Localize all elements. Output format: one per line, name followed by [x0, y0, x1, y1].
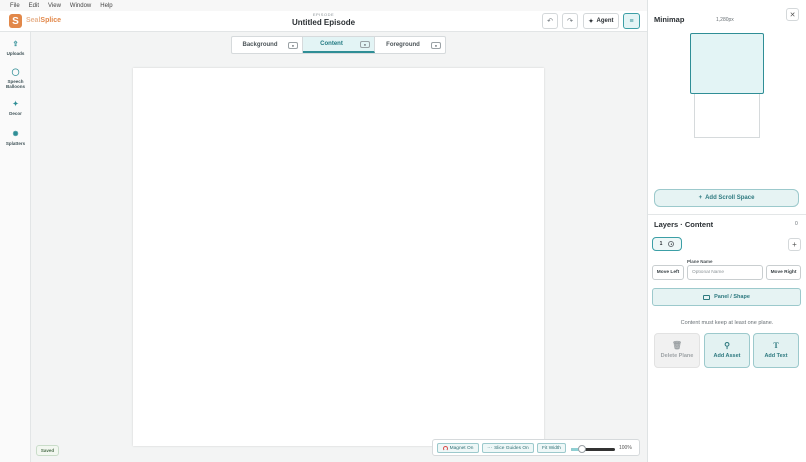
minimap-title: Minimap	[654, 15, 685, 24]
tab-content-label: Content	[320, 41, 343, 47]
magnet-toggle[interactable]: Magnet On	[437, 443, 479, 453]
zoom-slider-handle[interactable]	[578, 445, 586, 453]
tab-foreground-label: Foreground	[386, 42, 420, 48]
agent-label: Agent	[596, 18, 614, 24]
plane-hint-text: Content must keep at least one plane.	[680, 320, 774, 326]
panel-shape-label: Panel / Shape	[714, 294, 750, 300]
move-left-button[interactable]: Move Left	[652, 265, 684, 280]
add-asset-button[interactable]: ⚲ Add Asset	[704, 333, 750, 368]
upload-icon: ⇪	[12, 41, 19, 48]
slice-guides-label: Slice Guides On	[494, 445, 529, 451]
plus-icon: +	[792, 240, 797, 249]
panel-divider	[648, 214, 806, 215]
tool-uploads-label: Uploads	[6, 51, 25, 56]
plane-number: 1	[659, 241, 663, 247]
canvas-controls-bar: Magnet On ⋯ Slice Guides On Fit Width 100…	[432, 439, 640, 456]
layers-count: 0	[795, 221, 798, 227]
move-right-button[interactable]: Move Right	[766, 265, 801, 280]
sparkle-icon: ✦	[588, 18, 594, 25]
left-toolbar	[0, 32, 31, 462]
add-text-label: Add Text	[764, 353, 788, 359]
eye-icon[interactable]: ●	[288, 41, 298, 49]
menu-bar: File Edit View Window Help	[0, 0, 647, 11]
eye-icon[interactable]: ●	[431, 41, 441, 49]
magnet-label: Magnet On	[449, 445, 474, 451]
tool-uploads[interactable]: ⇪ Uploads	[0, 41, 31, 56]
add-asset-label: Add Asset	[713, 353, 741, 359]
panel-toggle-button[interactable]: ≡	[623, 13, 640, 29]
tool-splatters[interactable]: ✺ Splatters	[0, 131, 31, 146]
tool-decor[interactable]: ✦ Decor	[0, 101, 31, 116]
splatter-icon: ✺	[12, 131, 19, 138]
undo-button[interactable]: ↶	[542, 13, 558, 29]
add-text-button[interactable]: T Add Text	[753, 333, 799, 368]
tool-decor-label: Decor	[9, 111, 22, 116]
menu-icon: ≡	[629, 17, 634, 25]
tab-background[interactable]: Background ●	[232, 37, 303, 53]
dashes-icon: ⋯	[487, 445, 493, 451]
redo-icon: ↷	[567, 18, 573, 25]
panel-shape-icon	[703, 294, 711, 300]
tab-content[interactable]: Content ●	[303, 37, 375, 53]
text-icon: T	[773, 341, 779, 350]
eye-icon[interactable]: ●	[360, 40, 370, 48]
undo-icon: ↶	[547, 18, 553, 25]
menu-edit[interactable]: Edit	[29, 3, 39, 9]
fit-width-button[interactable]: Fit Width	[537, 443, 566, 453]
plane-name-input[interactable]	[687, 265, 763, 280]
tab-foreground[interactable]: Foreground ●	[375, 37, 445, 53]
close-panel-button[interactable]: ✕	[786, 8, 799, 21]
tool-speech-balloons-label: Speech Balloons	[5, 79, 25, 89]
minimap-size: 1,280px	[716, 17, 734, 23]
sparkle-icon: ✦	[12, 101, 19, 108]
menu-window[interactable]: Window	[70, 3, 91, 9]
plane-chip[interactable]: 1 ●	[652, 237, 682, 251]
plane-name-label: Plane Name	[687, 259, 713, 264]
add-scroll-space-label: Add Scroll Space	[705, 195, 755, 201]
zoom-slider[interactable]	[571, 445, 615, 453]
close-icon: ✕	[789, 11, 796, 19]
trash-icon: 🗑	[671, 341, 683, 350]
plus-icon: +	[698, 195, 703, 201]
magnet-icon	[442, 445, 448, 451]
slice-guides-toggle[interactable]: ⋯ Slice Guides On	[482, 443, 534, 453]
add-plane-button[interactable]: +	[788, 238, 801, 251]
canvas-page[interactable]	[133, 68, 544, 446]
tool-speech-balloons[interactable]: ◯ Speech Balloons	[0, 69, 31, 89]
tab-background-label: Background	[242, 42, 278, 48]
add-scroll-space-button[interactable]: + Add Scroll Space	[654, 189, 799, 207]
menu-view[interactable]: View	[48, 3, 61, 9]
saved-status-badge: Saved	[36, 445, 59, 456]
menu-help[interactable]: Help	[100, 3, 112, 9]
speech-balloon-icon: ◯	[11, 69, 20, 76]
layer-tabs: Background ● Content ● Foreground ●	[231, 36, 446, 54]
paperclip-icon: ⚲	[724, 341, 730, 350]
panel-shape-button[interactable]: Panel / Shape	[652, 288, 801, 306]
layers-title: Layers · Content	[654, 220, 714, 229]
redo-button[interactable]: ↷	[562, 13, 578, 29]
zoom-level: 100%	[619, 445, 632, 451]
tool-splatters-label: Splatters	[5, 141, 26, 146]
delete-plane-button[interactable]: 🗑 Delete Plane	[654, 333, 700, 368]
agent-button[interactable]: ✦ Agent	[583, 13, 619, 29]
menu-file[interactable]: File	[10, 3, 20, 9]
delete-plane-label: Delete Plane	[660, 353, 694, 359]
eye-icon[interactable]: ●	[668, 241, 675, 247]
minimap-viewport[interactable]	[690, 33, 764, 94]
